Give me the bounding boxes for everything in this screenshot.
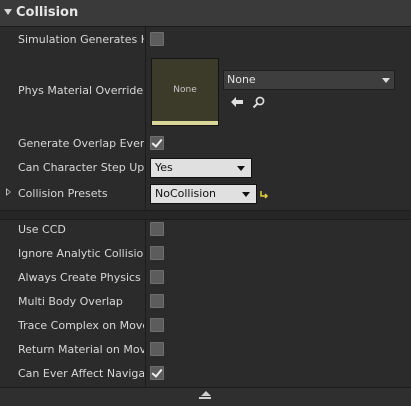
collapse-arrow-icon[interactable] [4, 9, 12, 15]
label-use-ccd: Use CCD [18, 223, 66, 236]
label-always-create-physics-state: Always Create Physics State [18, 271, 144, 284]
checkbox-can-ever-affect-navigation[interactable] [150, 366, 164, 380]
checkbox-ignore-analytic-collisions[interactable] [150, 246, 164, 260]
label-return-material-on-move: Return Material on Move [18, 343, 144, 356]
label-can-ever-affect-navigation: Can Ever Affect Navigation [18, 367, 144, 380]
collision-presets-combo[interactable]: NoCollision [150, 184, 257, 204]
label-trace-complex-on-move: Trace Complex on Move [18, 319, 144, 332]
material-thumbnail[interactable]: None [151, 58, 219, 126]
section-header-collision[interactable]: Collision [0, 0, 411, 27]
advanced-toggle-bar[interactable] [0, 387, 411, 406]
checkbox-use-ccd[interactable] [150, 222, 164, 236]
thumbnail-label: None [173, 85, 197, 95]
section-title: Collision [16, 5, 79, 20]
label-ignore-analytic-collisions: Ignore Analytic Collisions [18, 247, 144, 260]
chevron-down-icon [237, 166, 245, 171]
advanced-divider [0, 210, 411, 220]
checkbox-always-create-physics-state[interactable] [150, 270, 164, 284]
label-generate-overlap-events: Generate Overlap Events [18, 137, 144, 150]
collapse-advanced-icon[interactable] [201, 391, 211, 396]
use-selected-arrow-icon[interactable] [230, 96, 244, 108]
column-splitter[interactable] [145, 27, 146, 387]
label-phys-material-override: Phys Material Override [18, 84, 144, 97]
step-up-combo[interactable]: Yes [150, 158, 252, 178]
magnifier-icon[interactable] [252, 96, 266, 108]
chevron-down-icon [242, 192, 250, 197]
label-multi-body-overlap: Multi Body Overlap [18, 295, 123, 308]
collision-presets-value: NoCollision [155, 187, 217, 200]
label-can-character-step-up-on: Can Character Step Up On [18, 161, 144, 174]
step-up-value: Yes [155, 161, 173, 174]
label-simulation-generates-hit: Simulation Generates Hit [18, 33, 144, 46]
phys-material-value: None [227, 73, 256, 86]
chevron-down-icon [382, 78, 390, 83]
phys-material-combo[interactable]: None [223, 70, 395, 90]
expand-arrow-icon[interactable] [6, 188, 11, 196]
checkbox-generate-overlap-events[interactable] [150, 136, 164, 150]
checkbox-simulation-generates-hit[interactable] [150, 32, 164, 46]
reset-to-default-icon[interactable] [259, 189, 269, 199]
checkbox-trace-complex-on-move[interactable] [150, 318, 164, 332]
label-collision-presets: Collision Presets [18, 187, 108, 200]
checkbox-multi-body-overlap[interactable] [150, 294, 164, 308]
checkbox-return-material-on-move[interactable] [150, 342, 164, 356]
